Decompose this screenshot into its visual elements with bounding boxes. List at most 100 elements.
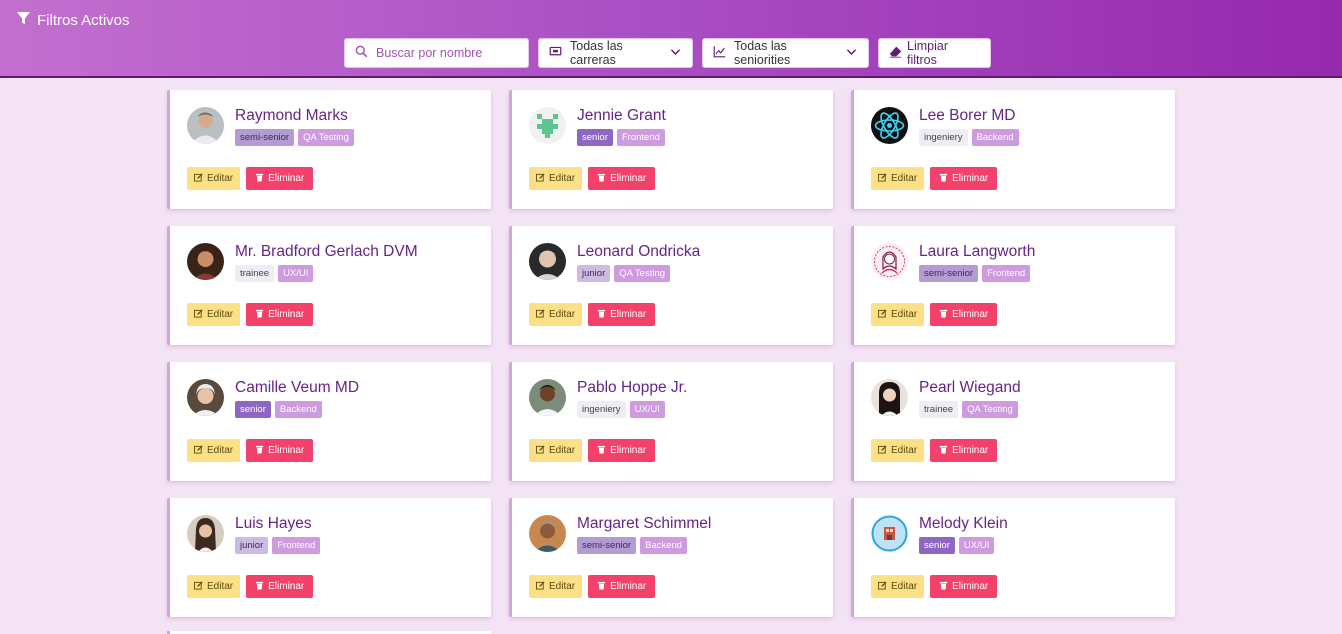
profile-name: Luis Hayes [235,515,312,532]
seniority-badge: senior [235,401,271,418]
edit-icon [536,580,545,593]
delete-button[interactable]: Eliminar [930,439,998,462]
edit-icon [536,172,545,185]
edit-label: Editar [207,173,234,184]
career-badge: QA Testing [962,401,1018,418]
search-icon [355,45,368,61]
delete-button[interactable]: Eliminar [246,439,314,462]
edit-button[interactable]: Editar [529,167,583,190]
profile-card: Lee Borer MD ingeniery Backend Editar El… [851,90,1175,209]
edit-button[interactable]: Editar [871,303,925,326]
delete-label: Eliminar [952,173,989,184]
career-badge: UX/UI [278,265,314,282]
avatar [529,107,566,144]
trash-icon [597,309,606,321]
seniority-badge: semi-senior [235,129,295,146]
delete-button[interactable]: Eliminar [930,303,998,326]
trash-icon [597,445,606,457]
trash-icon [939,309,948,321]
career-badge: QA Testing [298,129,354,146]
profile-card: Pearl Wiegand trainee QA Testing Editar … [851,362,1175,481]
career-badge: Frontend [616,129,665,146]
clear-filters-label: Limpiar filtros [907,39,948,67]
career-badge: Backend [971,129,1019,146]
seniority-badge: ingeniery [919,129,968,146]
clear-filters-button[interactable]: Limpiar filtros [878,38,991,68]
avatar [871,243,908,280]
edit-icon [878,308,887,321]
avatar [529,515,566,552]
profile-name: Mr. Bradford Gerlach DVM [235,243,418,260]
edit-button[interactable]: Editar [529,303,583,326]
edit-button[interactable]: Editar [871,439,925,462]
edit-label: Editar [207,445,234,456]
seniority-badge: semi-senior [919,265,979,282]
avatar [187,515,224,552]
edit-button[interactable]: Editar [529,575,583,598]
edit-button[interactable]: Editar [529,439,583,462]
edit-icon [194,444,203,457]
seniority-badge: junior [577,265,611,282]
edit-button[interactable]: Editar [871,167,925,190]
chevron-down-icon [845,45,858,61]
delete-label: Eliminar [268,173,305,184]
search-box[interactable] [344,38,529,68]
career-badge: Backend [640,537,688,554]
edit-icon [194,308,203,321]
seniority-badge: senior [577,129,613,146]
career-select[interactable]: Todas las carreras [538,38,693,68]
edit-label: Editar [891,581,918,592]
profile-name: Melody Klein [919,515,1008,532]
edit-button[interactable]: Editar [871,575,925,598]
profile-name: Lee Borer MD [919,107,1016,124]
career-badge: UX/UI [629,401,665,418]
profile-card: Margaret Schimmel semi-senior Backend Ed… [509,498,833,617]
career-badge: UX/UI [958,537,995,554]
delete-label: Eliminar [952,581,989,592]
delete-label: Eliminar [610,309,647,320]
edit-icon [194,580,203,593]
edit-icon [878,580,887,593]
delete-button[interactable]: Eliminar [246,167,314,190]
trash-icon [597,173,606,185]
career-badge: Frontend [272,537,321,554]
edit-button[interactable]: Editar [187,303,241,326]
edit-button[interactable]: Editar [187,167,241,190]
career-badge: Frontend [982,265,1031,282]
profile-name: Jennie Grant [577,107,666,124]
delete-button[interactable]: Eliminar [588,303,656,326]
seniority-badge: semi-senior [577,537,637,554]
delete-label: Eliminar [610,445,647,456]
edit-button[interactable]: Editar [187,575,241,598]
profile-card: Camille Veum MD senior Backend Editar El… [167,362,491,481]
avatar [529,243,566,280]
edit-label: Editar [207,581,234,592]
delete-button[interactable]: Eliminar [588,575,656,598]
avatar [187,107,224,144]
profile-name: Camille Veum MD [235,379,360,396]
trash-icon [255,309,264,321]
filters-toolbar: Todas las carreras Todas las seniorities… [344,38,991,68]
search-input[interactable] [376,46,516,60]
delete-button[interactable]: Eliminar [930,167,998,190]
delete-button[interactable]: Eliminar [588,167,656,190]
delete-button[interactable]: Eliminar [930,575,998,598]
trash-icon [255,173,264,185]
delete-button[interactable]: Eliminar [246,575,314,598]
profile-card: Leonard Ondricka junior QA Testing Edita… [509,226,833,345]
avatar [871,107,908,144]
seniority-badge: ingeniery [577,401,626,418]
avatar [187,379,224,416]
trash-icon [939,445,948,457]
edit-label: Editar [549,581,576,592]
edit-icon [878,444,887,457]
career-badge: Backend [274,401,322,418]
trash-icon [939,173,948,185]
trash-icon [597,581,606,593]
edit-label: Editar [549,445,576,456]
delete-button[interactable]: Eliminar [588,439,656,462]
profile-name: Laura Langworth [919,243,1036,260]
delete-button[interactable]: Eliminar [246,303,314,326]
seniority-select[interactable]: Todas las seniorities [702,38,869,68]
edit-button[interactable]: Editar [187,439,241,462]
